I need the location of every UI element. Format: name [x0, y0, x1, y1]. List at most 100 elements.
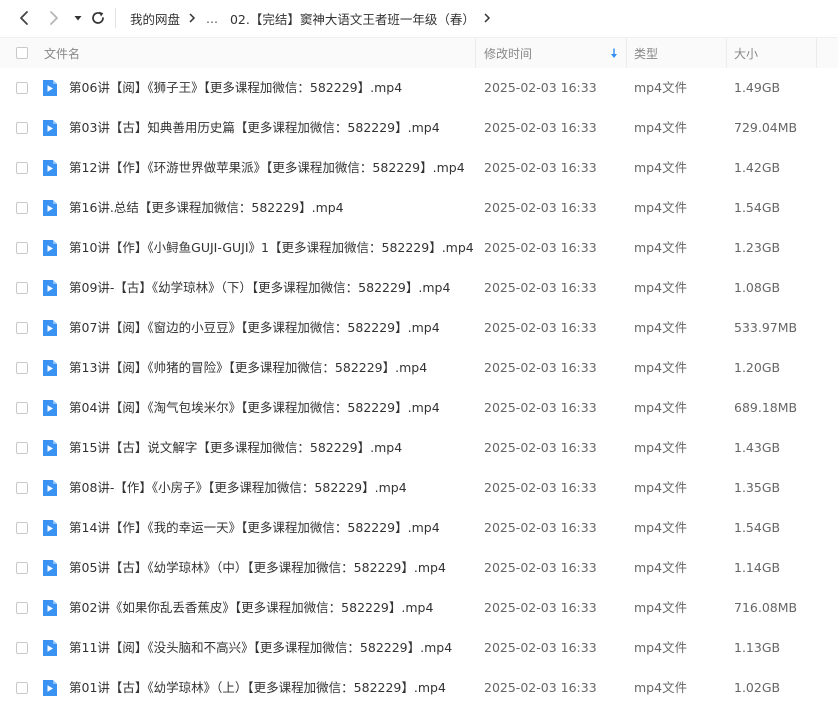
- row-checkbox[interactable]: [16, 562, 28, 574]
- row-checkbox[interactable]: [16, 402, 28, 414]
- file-row[interactable]: 第16讲.总结【更多课程加微信：582229】.mp4 2025-02-03 1…: [0, 188, 838, 228]
- row-checkbox[interactable]: [16, 522, 28, 534]
- file-size: 1.43GB: [734, 440, 781, 455]
- file-modified-time: 2025-02-03 16:33: [484, 640, 597, 655]
- file-row[interactable]: 第05讲【古】《幼学琼林》（中）【更多课程加微信：582229】.mp4 202…: [0, 548, 838, 588]
- file-row[interactable]: 第12讲【作】《环游世界做苹果派》【更多课程加微信：582229】.mp4 20…: [0, 148, 838, 188]
- breadcrumb-ellipsis[interactable]: ...: [206, 11, 218, 26]
- column-divider[interactable]: [816, 38, 817, 68]
- file-type: mp4文件: [634, 480, 688, 495]
- row-checkbox[interactable]: [16, 122, 28, 134]
- column-header-size[interactable]: 大小: [734, 38, 758, 68]
- file-name[interactable]: 第04讲【阅】《淘气包埃米尔》【更多课程加微信：582229】.mp4: [69, 388, 440, 428]
- file-name[interactable]: 第05讲【古】《幼学琼林》（中）【更多课程加微信：582229】.mp4: [69, 548, 446, 588]
- file-row[interactable]: 第07讲【阅】《窗边的小豆豆》【更多课程加微信：582229】.mp4 2025…: [0, 308, 838, 348]
- file-row[interactable]: 第06讲【阅】《狮子王》【更多课程加微信：582229】.mp4 2025-02…: [0, 68, 838, 108]
- file-size: 533.97MB: [734, 320, 798, 335]
- file-name[interactable]: 第12讲【作】《环游世界做苹果派》【更多课程加微信：582229】.mp4: [69, 148, 465, 188]
- row-checkbox[interactable]: [16, 442, 28, 454]
- row-checkbox[interactable]: [16, 362, 28, 374]
- video-file-icon: [43, 520, 57, 536]
- file-name[interactable]: 第07讲【阅】《窗边的小豆豆》【更多课程加微信：582229】.mp4: [69, 308, 440, 348]
- file-row[interactable]: 第02讲《如果你乱丢香蕉皮》【更多课程加微信：582229】.mp4 2025-…: [0, 588, 838, 628]
- file-row[interactable]: 第13讲【阅】《帅猪的冒险》【更多课程加微信：582229】.mp4 2025-…: [0, 348, 838, 388]
- file-row[interactable]: 第01讲【古】《幼学琼林》（上）【更多课程加微信：582229】.mp4 202…: [0, 668, 838, 708]
- video-file-icon: [43, 680, 57, 696]
- file-size: 1.02GB: [734, 680, 781, 695]
- file-size: 1.13GB: [734, 640, 781, 655]
- file-row[interactable]: 第14讲【作】《我的幸运一天》【更多课程加微信：582229】.mp4 2025…: [0, 508, 838, 548]
- row-checkbox[interactable]: [16, 242, 28, 254]
- video-file-icon: [43, 80, 57, 96]
- video-file-icon: [43, 360, 57, 376]
- file-type: mp4文件: [634, 360, 688, 375]
- file-name[interactable]: 第09讲-【古】《幼学琼林》（下）【更多课程加微信：582229】.mp4: [69, 268, 450, 308]
- column-divider[interactable]: [475, 38, 476, 68]
- file-name[interactable]: 第11讲【阅】《没头脑和不高兴》【更多课程加微信：582229】.mp4: [69, 628, 452, 668]
- file-row[interactable]: 第08讲-【作】《小房子》【更多课程加微信：582229】.mp4 2025-0…: [0, 468, 838, 508]
- file-modified-time: 2025-02-03 16:33: [484, 120, 597, 135]
- file-name[interactable]: 第10讲【作】《小鲟鱼GUJI-GUJI》1【更多课程加微信：582229】.m…: [69, 228, 474, 268]
- sort-down-arrow-icon[interactable]: [610, 38, 618, 68]
- file-modified-time: 2025-02-03 16:33: [484, 320, 597, 335]
- file-modified-time: 2025-02-03 16:33: [484, 240, 597, 255]
- file-size: 716.08MB: [734, 600, 798, 615]
- row-checkbox[interactable]: [16, 482, 28, 494]
- file-size: 729.04MB: [734, 120, 798, 135]
- history-dropdown-button[interactable]: [68, 8, 88, 28]
- file-type: mp4文件: [634, 240, 688, 255]
- file-name[interactable]: 第14讲【作】《我的幸运一天》【更多课程加微信：582229】.mp4: [69, 508, 440, 548]
- row-checkbox[interactable]: [16, 602, 28, 614]
- breadcrumb-root[interactable]: 我的网盘: [130, 9, 180, 28]
- column-header-modified[interactable]: 修改时间: [484, 38, 532, 68]
- file-type: mp4文件: [634, 120, 688, 135]
- select-all-checkbox[interactable]: [16, 38, 28, 68]
- back-button[interactable]: [14, 8, 34, 28]
- file-name[interactable]: 第13讲【阅】《帅猪的冒险》【更多课程加微信：582229】.mp4: [69, 348, 427, 388]
- file-row[interactable]: 第11讲【阅】《没头脑和不高兴》【更多课程加微信：582229】.mp4 202…: [0, 628, 838, 668]
- row-checkbox[interactable]: [16, 682, 28, 694]
- column-header-type[interactable]: 类型: [634, 38, 658, 68]
- file-type: mp4文件: [634, 640, 688, 655]
- file-name[interactable]: 第16讲.总结【更多课程加微信：582229】.mp4: [69, 188, 344, 228]
- forward-button[interactable]: [44, 8, 64, 28]
- file-row[interactable]: 第09讲-【古】《幼学琼林》（下）【更多课程加微信：582229】.mp4 20…: [0, 268, 838, 308]
- file-modified-time: 2025-02-03 16:33: [484, 520, 597, 535]
- file-modified-time: 2025-02-03 16:33: [484, 680, 597, 695]
- row-checkbox[interactable]: [16, 642, 28, 654]
- file-modified-time: 2025-02-03 16:33: [484, 360, 597, 375]
- video-file-icon: [43, 440, 57, 456]
- video-file-icon: [43, 400, 57, 416]
- row-checkbox[interactable]: [16, 202, 28, 214]
- file-modified-time: 2025-02-03 16:33: [484, 480, 597, 495]
- file-name[interactable]: 第03讲【古】知典善用历史篇【更多课程加微信：582229】.mp4: [69, 108, 440, 148]
- row-checkbox[interactable]: [16, 162, 28, 174]
- row-checkbox[interactable]: [16, 322, 28, 334]
- breadcrumb-current[interactable]: 02.【完结】窦神大语文王者班一年级（春）: [230, 9, 475, 28]
- file-type: mp4文件: [634, 600, 688, 615]
- file-list: 第06讲【阅】《狮子王》【更多课程加微信：582229】.mp4 2025-02…: [0, 68, 838, 708]
- file-size: 1.23GB: [734, 240, 781, 255]
- file-name[interactable]: 第06讲【阅】《狮子王》【更多课程加微信：582229】.mp4: [69, 68, 402, 108]
- refresh-icon: [92, 11, 104, 24]
- column-divider[interactable]: [726, 38, 727, 68]
- file-name[interactable]: 第08讲-【作】《小房子》【更多课程加微信：582229】.mp4: [69, 468, 407, 508]
- row-checkbox[interactable]: [16, 282, 28, 294]
- row-checkbox[interactable]: [16, 82, 28, 94]
- column-header-name[interactable]: 文件名: [44, 38, 80, 68]
- video-file-icon: [43, 200, 57, 216]
- file-row[interactable]: 第04讲【阅】《淘气包埃米尔》【更多课程加微信：582229】.mp4 2025…: [0, 388, 838, 428]
- file-row[interactable]: 第10讲【作】《小鲟鱼GUJI-GUJI》1【更多课程加微信：582229】.m…: [0, 228, 838, 268]
- toolbar: 我的网盘 ... 02.【完结】窦神大语文王者班一年级（春）: [0, 0, 838, 36]
- file-name[interactable]: 第01讲【古】《幼学琼林》（上）【更多课程加微信：582229】.mp4: [69, 668, 446, 708]
- file-name[interactable]: 第15讲【古】说文解字【更多课程加微信：582229】.mp4: [69, 428, 402, 468]
- file-name[interactable]: 第02讲《如果你乱丢香蕉皮》【更多课程加微信：582229】.mp4: [69, 588, 433, 628]
- checkbox[interactable]: [16, 47, 28, 59]
- file-row[interactable]: 第15讲【古】说文解字【更多课程加微信：582229】.mp4 2025-02-…: [0, 428, 838, 468]
- file-type: mp4文件: [634, 320, 688, 335]
- column-divider[interactable]: [626, 38, 627, 68]
- refresh-button[interactable]: [88, 8, 108, 28]
- chevron-right-icon: [50, 11, 58, 25]
- file-type: mp4文件: [634, 520, 688, 535]
- file-row[interactable]: 第03讲【古】知典善用历史篇【更多课程加微信：582229】.mp4 2025-…: [0, 108, 838, 148]
